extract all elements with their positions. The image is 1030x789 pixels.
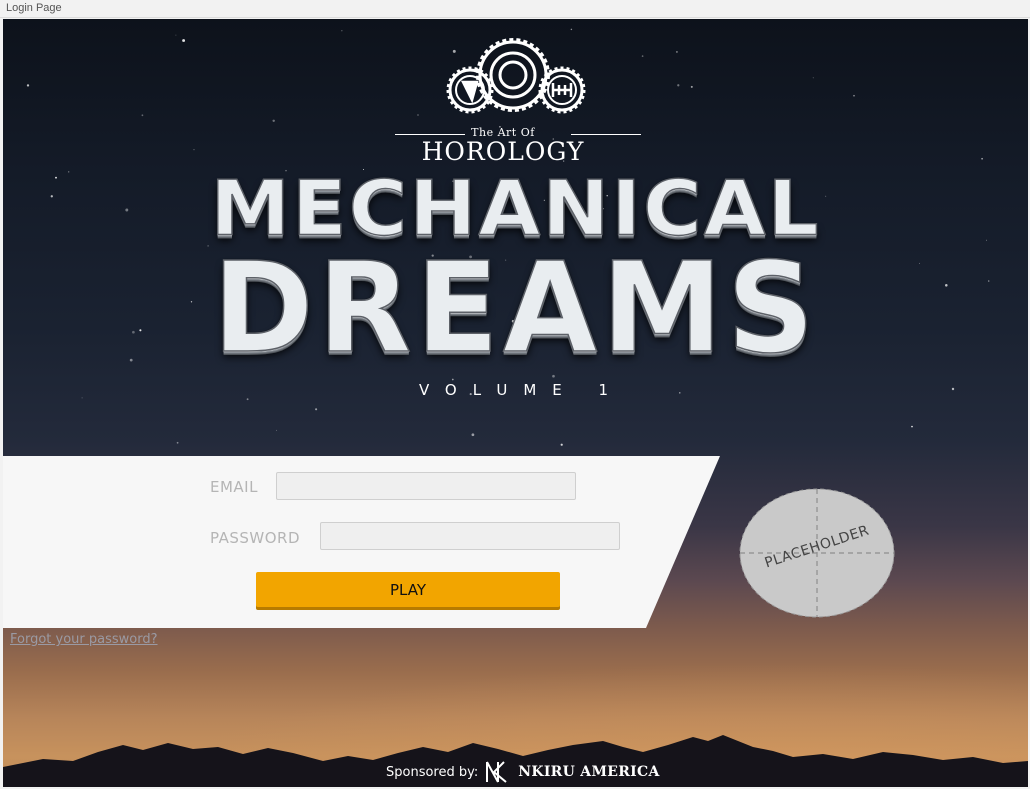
- logo-name: HOROLOGY: [421, 137, 585, 166]
- nkiru-monogram-icon: [486, 761, 507, 783]
- sponsor-label: Sponsored by:: [386, 764, 479, 780]
- horology-logo: The Art Of HOROLOGY: [383, 33, 653, 166]
- sponsor-name: NKIRU AMERICA: [518, 764, 660, 780]
- window-titlebar: Login Page: [0, 0, 1030, 18]
- password-label: PASSWORD: [210, 529, 301, 547]
- email-field[interactable]: [276, 472, 576, 500]
- placeholder-badge: PLACEHOLDER: [737, 487, 897, 619]
- login-panel: EMAIL PASSWORD PLAY: [3, 456, 723, 628]
- forgot-password-link[interactable]: Forgot your password?: [10, 632, 158, 647]
- window-title: Login Page: [6, 2, 62, 14]
- game-title-line2: DREAMS: [212, 235, 819, 381]
- gear-logo-icon: [446, 38, 586, 114]
- sponsor-credit: Sponsored by: NKIRU AMERICA: [386, 759, 660, 785]
- play-button[interactable]: PLAY: [256, 572, 560, 607]
- email-label: EMAIL: [210, 478, 258, 496]
- login-stage: The Art Of HOROLOGY MECHANICAL DREAMS VO…: [3, 19, 1028, 787]
- password-field[interactable]: [320, 522, 620, 550]
- volume-label: VOLUME 1: [418, 381, 625, 399]
